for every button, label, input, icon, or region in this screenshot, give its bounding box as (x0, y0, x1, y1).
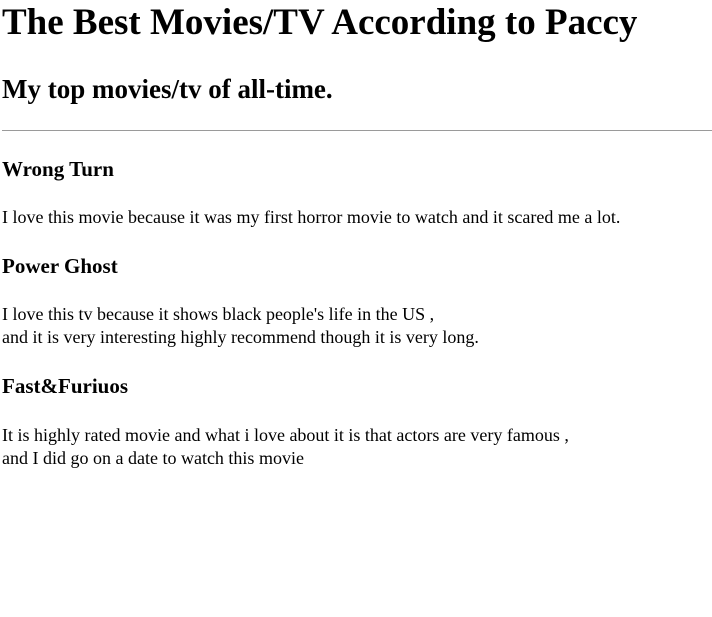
page-subtitle: My top movies/tv of all-time. (2, 74, 333, 104)
entry-description-line: I love this tv because it shows black pe… (2, 304, 435, 324)
entry-description: I love this tv because it shows black pe… (2, 303, 479, 349)
page-title: The Best Movies/TV According to Paccy (2, 2, 638, 43)
entry-title: Fast&Furiuos (2, 374, 128, 398)
entry-title: Power Ghost (2, 254, 118, 278)
entry-description-line: I love this movie because it was my firs… (2, 207, 621, 227)
entry-description-line: and it is very interesting highly recomm… (2, 327, 479, 347)
entry-description: It is highly rated movie and what i love… (2, 424, 569, 470)
page: The Best Movies/TV According to Paccy My… (0, 0, 712, 617)
divider (2, 130, 712, 131)
entry-description-line: It is highly rated movie and what i love… (2, 425, 569, 445)
entry-title: Wrong Turn (2, 157, 114, 181)
entry-description-line: and I did go on a date to watch this mov… (2, 448, 304, 468)
entry-description: I love this movie because it was my firs… (2, 206, 620, 229)
